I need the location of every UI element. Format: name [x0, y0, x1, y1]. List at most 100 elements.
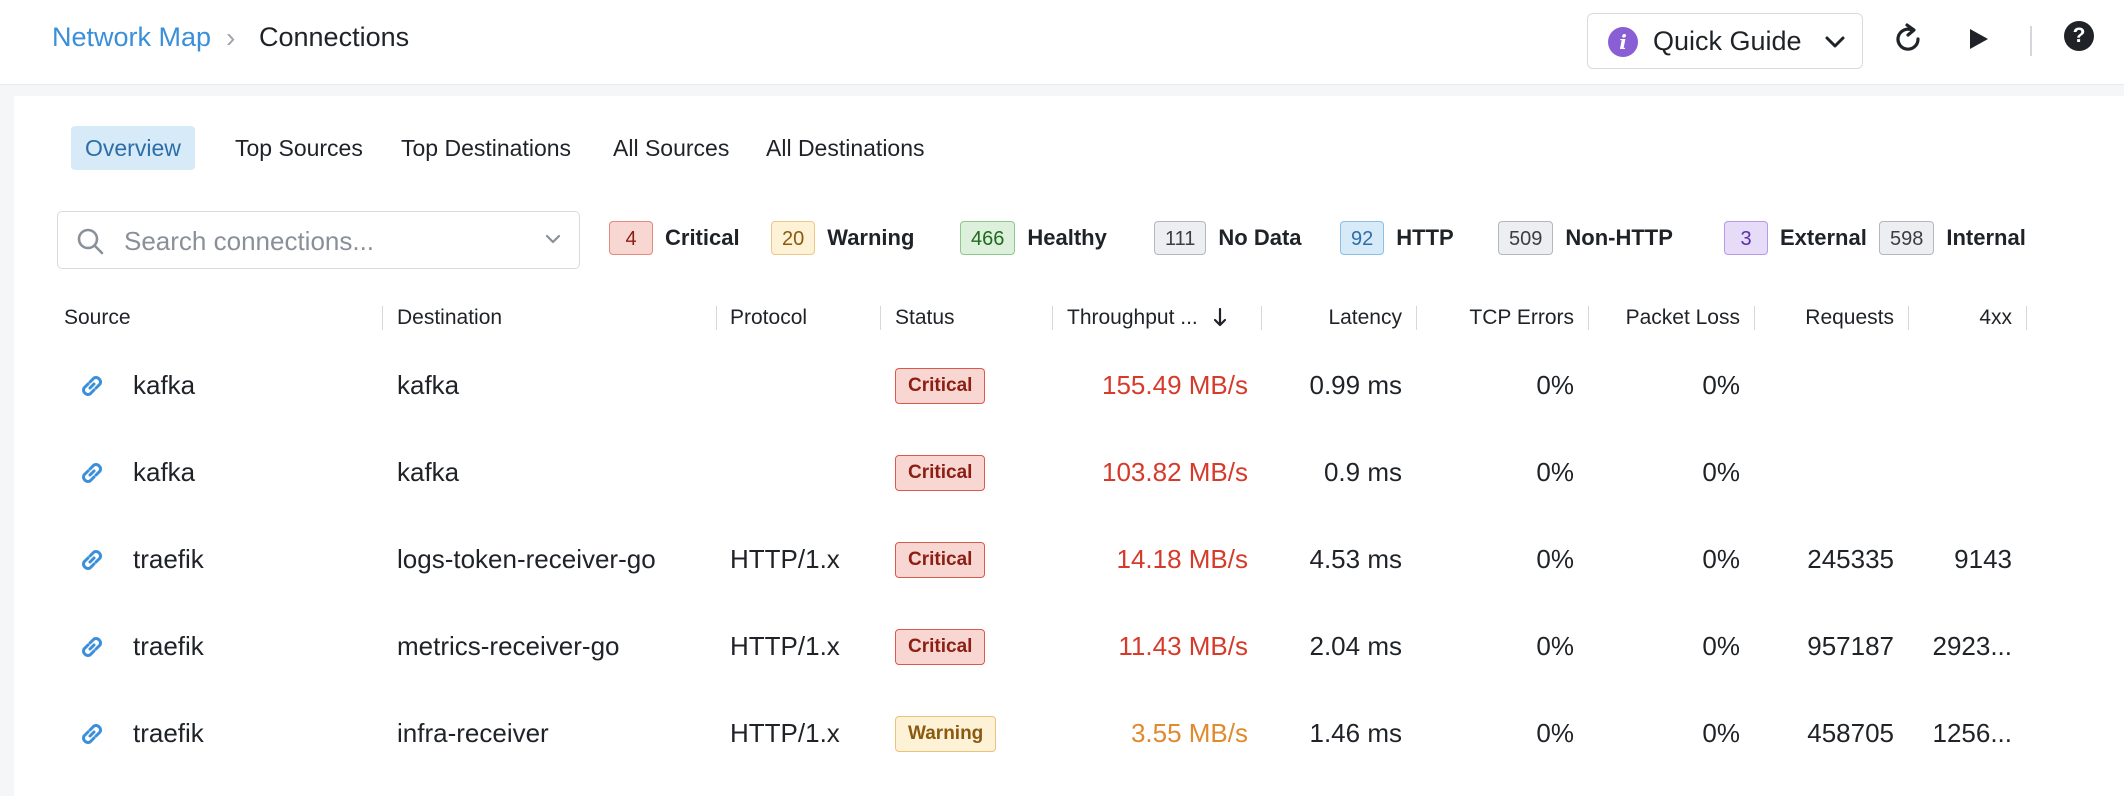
refresh-icon[interactable] [1892, 22, 1924, 56]
top-bar: Network Map › Connections i Quick Guide … [0, 0, 2124, 85]
column-header-status[interactable]: Status [895, 296, 955, 340]
play-icon[interactable] [1966, 22, 1992, 56]
tab-all-sources[interactable]: All Sources [599, 126, 743, 170]
cell-tcp-errors: 0% [1536, 718, 1574, 748]
column-header-destination[interactable]: Destination [397, 296, 502, 340]
cell-source: traefik [133, 631, 204, 661]
filter-count: 111 [1154, 221, 1207, 255]
column-header-tcp-errors[interactable]: TCP Errors [1414, 296, 1574, 340]
filter-label: Warning [827, 225, 915, 250]
breadcrumb-network-map[interactable]: Network Map [52, 22, 211, 53]
table-row[interactable]: traefik infra-receiver HTTP/1.x Warning … [14, 690, 2124, 776]
cell-requests: 957187 [1807, 631, 1894, 661]
cell-destination: kafka [397, 370, 460, 400]
tab-top-destinations[interactable]: Top Destinations [387, 126, 585, 170]
column-header-protocol[interactable]: Protocol [730, 296, 807, 340]
filter-label: Internal [1946, 225, 2026, 250]
cell-4xx: 1256... [1932, 718, 2012, 748]
page-title: Connections [259, 22, 410, 52]
column-resizer[interactable] [1052, 306, 1053, 330]
column-resizer[interactable] [2026, 306, 2027, 330]
cell-destination: infra-receiver [397, 718, 549, 748]
cell-4xx [1904, 429, 2012, 515]
cell-requests [1754, 429, 1894, 515]
link-icon [82, 724, 102, 744]
cell-source: kafka [133, 457, 196, 487]
quick-guide-label: Quick Guide [1653, 26, 1802, 56]
cell-latency: 0.99 ms [1309, 370, 1403, 400]
column-header-packet-loss[interactable]: Packet Loss [1584, 296, 1740, 340]
filter-count: 20 [771, 221, 816, 255]
cell-source: kafka [133, 370, 196, 400]
chevron-down-icon[interactable] [544, 232, 562, 246]
cell-source: traefik [133, 718, 204, 748]
filter-count: 598 [1879, 221, 1935, 255]
link-icon [82, 550, 102, 570]
tab-all-destinations[interactable]: All Destinations [752, 126, 939, 170]
cell-tcp-errors: 0% [1536, 544, 1574, 574]
chevron-down-icon [1825, 36, 1845, 48]
tab-overview[interactable]: Overview [71, 126, 195, 170]
table-row[interactable]: traefik logs-token-receiver-go HTTP/1.x … [14, 516, 2124, 602]
table-row[interactable]: kafka kafka Critical 103.82 MB/s 0.9 ms … [14, 429, 2124, 515]
search-input[interactable] [122, 222, 526, 260]
table-header: Source Destination Protocol Status Throu… [14, 296, 2124, 340]
column-resizer[interactable] [716, 306, 717, 330]
filter-count: 509 [1498, 221, 1554, 255]
search-icon [77, 228, 104, 255]
filter-healthy[interactable]: 466 Healthy [960, 221, 1107, 257]
cell-packet-loss: 0% [1702, 544, 1740, 574]
filter-label: No Data [1218, 225, 1302, 250]
column-header-throughput-label: Throughput ... [1067, 306, 1198, 329]
cell-source: traefik [133, 544, 204, 574]
cell-throughput: 155.49 MB/s [1102, 370, 1248, 400]
table-row[interactable]: traefik metrics-receiver-go HTTP/1.x Cri… [14, 603, 2124, 689]
cell-throughput: 3.55 MB/s [1130, 718, 1248, 748]
table-row[interactable]: kafka kafka Critical 155.49 MB/s 0.99 ms… [14, 342, 2124, 428]
breadcrumb-separator: › [226, 22, 236, 53]
filter-internal[interactable]: 598 Internal [1879, 221, 2026, 257]
cell-protocol: HTTP/1.x [730, 718, 840, 748]
connections-panel: Overview Top Sources Top Destinations Al… [14, 96, 2124, 796]
filter-label: HTTP [1396, 225, 1454, 250]
column-header-throughput[interactable]: Throughput ... [1067, 296, 1228, 340]
cell-throughput: 14.18 MB/s [1116, 544, 1248, 574]
cell-4xx [1904, 342, 2012, 428]
cell-tcp-errors: 0% [1536, 631, 1574, 661]
cell-tcp-errors: 0% [1536, 457, 1574, 487]
tab-top-sources[interactable]: Top Sources [221, 126, 377, 170]
cell-latency: 2.04 ms [1309, 631, 1403, 661]
filter-label: Critical [665, 225, 740, 250]
filter-warning[interactable]: 20 Warning [771, 221, 914, 257]
filter-http[interactable]: 92 HTTP [1340, 221, 1454, 257]
status-badge: Critical [895, 368, 986, 404]
help-icon[interactable]: ? [2064, 21, 2094, 51]
column-resizer[interactable] [382, 306, 383, 330]
cell-4xx: 2923... [1932, 631, 2012, 661]
cell-protocol: HTTP/1.x [730, 631, 840, 661]
filter-external[interactable]: 3 External [1724, 221, 1867, 257]
column-header-latency[interactable]: Latency [1254, 296, 1402, 340]
column-header-4xx[interactable]: 4xx [1904, 296, 2012, 340]
column-resizer[interactable] [880, 306, 881, 330]
cell-protocol: HTTP/1.x [730, 544, 840, 574]
cell-throughput: 103.82 MB/s [1102, 457, 1248, 487]
search-box[interactable] [57, 211, 580, 269]
quick-guide-button[interactable]: i Quick Guide [1587, 13, 1863, 69]
cell-requests: 245335 [1807, 544, 1894, 574]
filter-non-http[interactable]: 509 Non-HTTP [1498, 221, 1673, 257]
filter-label: External [1780, 225, 1867, 250]
column-header-requests[interactable]: Requests [1754, 296, 1894, 340]
toolbar-divider [2030, 26, 2032, 56]
link-icon [82, 376, 102, 396]
cell-requests [1754, 342, 1894, 428]
filter-count: 92 [1340, 221, 1385, 255]
cell-throughput: 11.43 MB/s [1118, 631, 1248, 661]
status-badge: Critical [895, 542, 986, 578]
cell-tcp-errors: 0% [1536, 370, 1574, 400]
sort-desc-icon [1213, 308, 1226, 327]
filter-critical[interactable]: 4 Critical [609, 221, 740, 257]
column-header-source[interactable]: Source [64, 296, 131, 340]
filter-no-data[interactable]: 111 No Data [1154, 221, 1302, 257]
cell-packet-loss: 0% [1702, 457, 1740, 487]
